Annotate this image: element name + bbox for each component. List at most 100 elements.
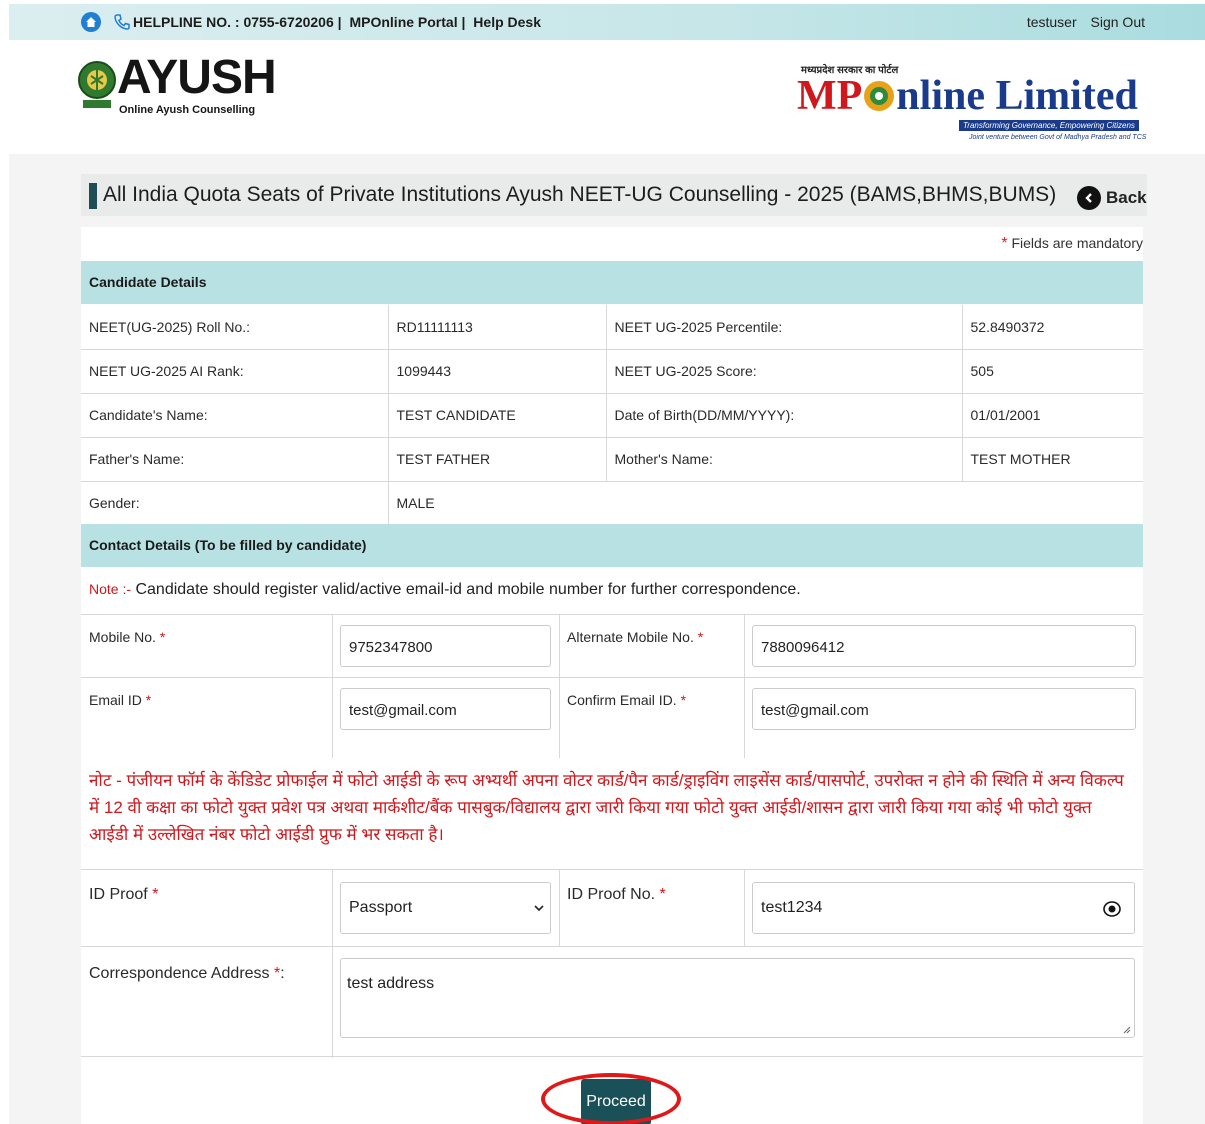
- table-row: Father's Name: TEST FATHER Mother's Name…: [81, 437, 1143, 482]
- percentile-value: 52.8490372: [961, 305, 1143, 350]
- divider: [332, 947, 333, 1058]
- required-star: *: [152, 886, 159, 903]
- father-name-label: Father's Name:: [81, 437, 388, 482]
- resize-handle-icon[interactable]: [1123, 1026, 1131, 1034]
- divider: [559, 615, 560, 678]
- divider: [332, 678, 333, 758]
- eye-icon[interactable]: [1102, 899, 1122, 919]
- required-star: *: [159, 629, 166, 645]
- father-name-value: TEST FATHER: [387, 437, 606, 482]
- user-area: testuser Sign Out: [1017, 14, 1145, 30]
- mponline-portal-link[interactable]: MPOnline Portal |: [349, 14, 465, 30]
- address-label-text: Correspondence Address: [89, 965, 270, 982]
- table-row: NEET UG-2025 AI Rank: 1099443 NEET UG-20…: [81, 349, 1143, 394]
- alt-mobile-input[interactable]: 7880096412: [752, 625, 1136, 667]
- ayush-logo[interactable]: AYUSH Online Ayush Counselling: [77, 51, 337, 122]
- ai-rank-value: 1099443: [387, 349, 606, 394]
- email-row: Email ID * test@gmail.com Confirm Email …: [81, 677, 1143, 758]
- required-star: *: [680, 692, 687, 708]
- alt-mobile-label: Alternate Mobile No. *: [567, 629, 703, 645]
- page-title: All India Quota Seats of Private Institu…: [103, 183, 1057, 206]
- sign-out-link[interactable]: Sign Out: [1091, 14, 1145, 30]
- helpline-text: HELPLINE NO. : 0755-6720206 |: [133, 14, 342, 30]
- header: AYUSH Online Ayush Counselling मध्यप्रदे…: [9, 40, 1205, 154]
- divider: [744, 678, 745, 758]
- candidate-details-header: Candidate Details: [81, 261, 1143, 304]
- email-label-text: Email ID: [89, 692, 142, 708]
- gender-label: Gender:: [81, 481, 388, 526]
- page-frame: HELPLINE NO. : 0755-6720206 | MPOnline P…: [9, 4, 1205, 1124]
- percentile-label: NEET UG-2025 Percentile:: [605, 305, 962, 350]
- mponline-emblem-icon: [864, 81, 895, 111]
- phone-icon: [114, 14, 130, 30]
- ayush-emblem-icon: [78, 61, 116, 108]
- mponline-jv-caption: Joint venture between Govt of Madhya Pra…: [969, 134, 1147, 141]
- contact-note: Note :- Candidate should register valid/…: [89, 581, 801, 599]
- back-arrow-icon: [1077, 186, 1101, 210]
- address-textarea[interactable]: test address: [340, 958, 1135, 1038]
- mandatory-star: *: [1001, 235, 1008, 252]
- username: testuser: [1026, 14, 1077, 30]
- mponline-rest: nline Limited: [896, 73, 1138, 119]
- divider: [744, 615, 745, 678]
- page-title-bar: All India Quota Seats of Private Institu…: [81, 174, 1147, 216]
- alt-mobile-label-text: Alternate Mobile No.: [567, 629, 694, 645]
- table-row: Gender: MALE: [81, 481, 1143, 526]
- confirm-email-input[interactable]: test@gmail.com: [752, 688, 1136, 730]
- roll-no-value: RD11111113: [387, 305, 606, 350]
- divider: [744, 870, 745, 947]
- address-label-suffix: :: [280, 965, 285, 982]
- id-proof-label: ID Proof *: [89, 886, 158, 904]
- mponline-tagline: Transforming Governance, Empowering Citi…: [959, 120, 1139, 131]
- note-text: Candidate should register valid/active e…: [131, 581, 801, 598]
- id-proof-selected: Passport: [349, 899, 413, 916]
- mobile-input[interactable]: 9752347800: [340, 625, 551, 667]
- address-value: test address: [347, 975, 435, 992]
- id-proof-select[interactable]: Passport: [340, 882, 551, 934]
- title-marker: [89, 183, 97, 209]
- home-icon[interactable]: [81, 12, 101, 32]
- back-label: Back: [1106, 188, 1147, 207]
- candidate-name-value: TEST CANDIDATE: [387, 393, 606, 438]
- top-bar: HELPLINE NO. : 0755-6720206 | MPOnline P…: [9, 4, 1205, 40]
- back-button[interactable]: Back: [1077, 186, 1147, 210]
- mobile-label-text: Mobile No.: [89, 629, 156, 645]
- note-label: Note :-: [89, 581, 132, 597]
- dob-label: Date of Birth(DD/MM/YYYY):: [605, 393, 962, 438]
- id-proof-no-input[interactable]: test1234: [752, 882, 1135, 934]
- mponline-wordmark: MP nline Limited: [797, 72, 1138, 120]
- form-card: * Fields are mandatory Candidate Details…: [81, 227, 1143, 1124]
- id-proof-label-text: ID Proof: [89, 886, 148, 903]
- proceed-area: Proceed: [541, 1065, 681, 1124]
- table-row: Candidate's Name: TEST CANDIDATE Date of…: [81, 393, 1143, 438]
- mother-name-label: Mother's Name:: [605, 437, 962, 482]
- score-value: 505: [961, 349, 1143, 394]
- divider: [559, 870, 560, 947]
- email-label: Email ID *: [89, 692, 151, 708]
- mponline-logo[interactable]: मध्यप्रदेश सरकार का पोर्टल MP nline Limit…: [789, 62, 1146, 150]
- mobile-label: Mobile No. *: [89, 629, 165, 645]
- help-desk-link[interactable]: Help Desk: [473, 14, 541, 30]
- divider: [559, 678, 560, 758]
- id-proof-hindi-note: नोट - पंजीयन फॉर्म के केंडिडेट प्रोफाईल …: [89, 771, 1124, 844]
- chevron-down-icon: [534, 905, 544, 912]
- divider: [332, 870, 333, 947]
- required-star: *: [145, 692, 152, 708]
- roll-no-label: NEET(UG-2025) Roll No.:: [81, 305, 388, 350]
- helpline-links: HELPLINE NO. : 0755-6720206 | MPOnline P…: [133, 14, 545, 30]
- confirm-email-label-text: Confirm Email ID.: [567, 692, 677, 708]
- id-proof-no-value: test1234: [761, 899, 823, 916]
- address-label: Correspondence Address *:: [89, 965, 285, 983]
- candidate-details-table: NEET(UG-2025) Roll No.: RD11111113 NEET …: [81, 305, 1143, 526]
- mother-name-value: TEST MOTHER: [961, 437, 1143, 482]
- mandatory-note: * Fields are mandatory: [1001, 235, 1143, 253]
- table-row: NEET(UG-2025) Roll No.: RD11111113 NEET …: [81, 305, 1143, 350]
- ai-rank-label: NEET UG-2025 AI Rank:: [81, 349, 388, 394]
- divider: [332, 615, 333, 678]
- ayush-title: AYUSH: [117, 51, 277, 104]
- email-input[interactable]: test@gmail.com: [340, 688, 551, 730]
- dob-value: 01/01/2001: [961, 393, 1143, 438]
- gender-value: MALE: [387, 481, 1143, 526]
- highlight-ellipse: [541, 1073, 681, 1124]
- ayush-subtitle: Online Ayush Counselling: [119, 104, 256, 116]
